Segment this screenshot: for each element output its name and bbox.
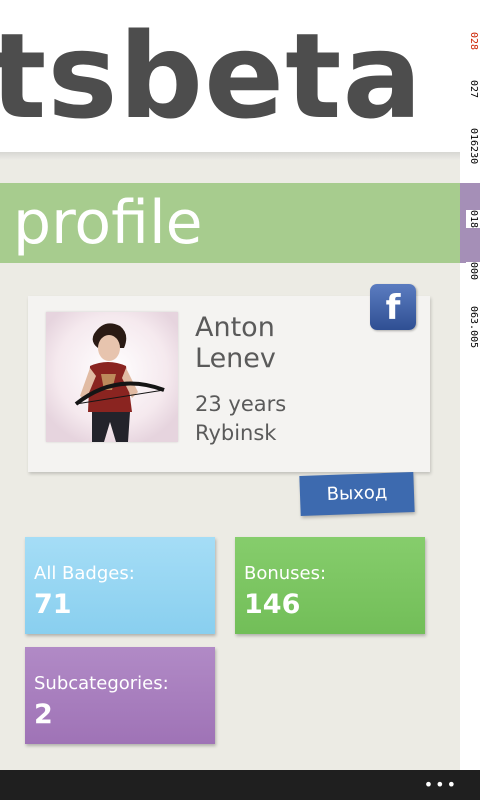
surface-counter: 018 bbox=[466, 210, 480, 229]
age-text: 23 years bbox=[195, 392, 287, 416]
app-title: tsbeta bbox=[0, 7, 424, 145]
facebook-icon: f bbox=[385, 288, 401, 328]
tile-label: All Badges: bbox=[34, 563, 135, 584]
texture-memory-counter: 016230 bbox=[466, 128, 480, 165]
tile-label: Bonuses: bbox=[244, 563, 327, 584]
header-divider bbox=[0, 152, 480, 160]
avatar bbox=[46, 312, 178, 442]
intermediate-texture-counter: 000 bbox=[466, 262, 480, 281]
tile-value: 2 bbox=[34, 699, 53, 730]
app-header: tsbeta bbox=[0, 0, 480, 152]
logout-button[interactable]: Выход bbox=[299, 472, 415, 516]
city-text: Rybinsk bbox=[195, 421, 277, 445]
profile-card: Anton Lenev 23 years Rybinsk f bbox=[28, 284, 430, 472]
page-title: profile bbox=[13, 188, 203, 258]
tile-value: 71 bbox=[34, 589, 72, 620]
tile-label: Subcategories: bbox=[34, 673, 169, 694]
profile-name: Anton Lenev bbox=[195, 312, 276, 374]
ui-thread-counter: 027 bbox=[466, 80, 480, 99]
last-name: Lenev bbox=[195, 343, 276, 374]
tile-bonuses[interactable]: Bonuses: 146 bbox=[235, 537, 425, 634]
app-bar: ••• bbox=[0, 770, 480, 800]
facebook-button[interactable]: f bbox=[370, 284, 416, 330]
fill-rate-counter: 063.005 bbox=[466, 306, 480, 349]
avatar-image bbox=[46, 312, 178, 442]
tile-subcategories[interactable]: Subcategories: 2 bbox=[25, 647, 215, 744]
tile-value: 146 bbox=[244, 589, 301, 620]
profile-meta: 23 years Rybinsk bbox=[195, 390, 286, 448]
debug-strip bbox=[460, 0, 480, 770]
more-options-button[interactable]: ••• bbox=[424, 774, 458, 796]
tile-all-badges[interactable]: All Badges: 71 bbox=[25, 537, 215, 634]
frame-rate-counter: 028 bbox=[466, 32, 480, 51]
first-name: Anton bbox=[195, 312, 275, 343]
